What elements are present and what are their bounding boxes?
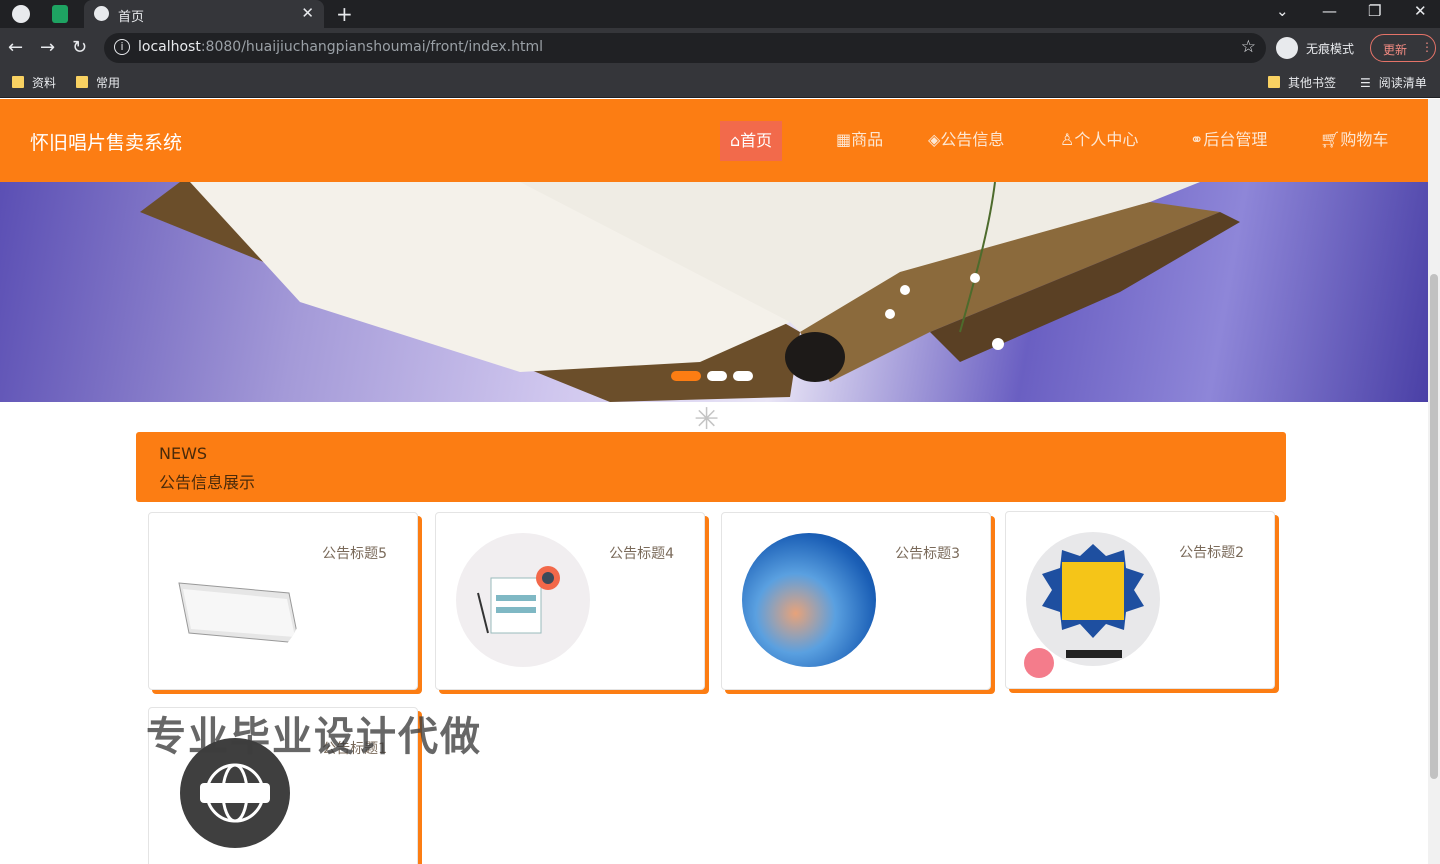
news-card-title: 公告标题3 [895, 546, 960, 562]
site-header: 怀旧唱片售卖系统 ⌂首页 ▦商品 ◈公告信息 ♙个人中心 ⚭后台管理 🛒︎购物车 [0, 99, 1428, 182]
home-icon: ⌂ [730, 131, 741, 150]
reading-list-icon: ☰ [1360, 76, 1371, 90]
nav-cart[interactable]: 🛒︎购物车 [1310, 127, 1398, 163]
back-icon[interactable]: ← [8, 37, 23, 58]
folder-icon [12, 76, 24, 88]
nav-announcements[interactable]: ◈公告信息 [918, 127, 1014, 163]
newspaper-image [178, 582, 300, 644]
tab-title: 首页 [118, 10, 145, 25]
incognito-icon [1276, 37, 1298, 59]
forward-icon[interactable]: → [40, 37, 55, 58]
news-thumbnail [742, 533, 876, 667]
scrollbar-thumb[interactable] [1430, 274, 1438, 779]
megaphone-icon: ◈ [928, 130, 941, 149]
bookmarks-bar: 资料 常用 其他书签 ☰ 阅读清单 [0, 68, 1440, 98]
carousel-dot-1[interactable] [671, 371, 701, 381]
bookmark-folder[interactable]: 常用 [76, 74, 120, 91]
sheets-tab-icon[interactable] [52, 5, 68, 23]
nav-admin[interactable]: ⚭后台管理 [1180, 127, 1277, 163]
cart-icon: 🛒︎ [1320, 130, 1341, 149]
bookmark-star-icon[interactable]: ☆ [1241, 37, 1256, 57]
reading-list[interactable]: ☰ 阅读清单 [1360, 74, 1427, 91]
news-illustration-image [477, 566, 560, 634]
news-card[interactable]: 公告标题3 [721, 512, 991, 690]
news-thumbnail [456, 533, 590, 667]
news-card-title: 公告标题5 [322, 546, 387, 562]
nav-home[interactable]: ⌂首页 [720, 121, 783, 161]
address-bar[interactable]: i localhost:8080/huaijiuchangpianshoumai… [104, 33, 1266, 63]
news-title-en: NEWS [159, 444, 208, 463]
news-thumbnail [169, 533, 303, 667]
url-text[interactable]: localhost:8080/huaijiuchangpianshoumai/f… [138, 39, 543, 55]
restore-icon[interactable]: ❐ [1368, 2, 1381, 20]
news-card-title: 公告标题2 [1179, 545, 1244, 561]
grid-icon: ▦ [836, 130, 852, 149]
reload-icon[interactable]: ↻ [72, 37, 87, 58]
new-tab-icon[interactable]: + [336, 2, 353, 26]
mouse-cursor-indicator [1024, 648, 1054, 678]
tab-search-icon[interactable]: ⌄ [1276, 2, 1289, 20]
watermark-text: 专业毕业设计代做 [146, 714, 482, 760]
news-thumbnail [1026, 532, 1160, 666]
carousel-banner[interactable] [0, 182, 1428, 402]
folder-icon [76, 76, 88, 88]
incognito-label: 无痕模式 [1306, 42, 1355, 56]
breaking-news-image [1042, 544, 1144, 658]
update-button[interactable]: 更新 ⋮ [1370, 34, 1436, 62]
folder-icon [1268, 76, 1280, 88]
news-card[interactable]: 公告标题5 [148, 512, 418, 690]
carousel-dot-3[interactable] [733, 371, 753, 381]
site-title: 怀旧唱片售卖系统 [30, 132, 183, 154]
bookmark-folder[interactable]: 资料 [12, 74, 56, 91]
user-icon: ♙ [1060, 130, 1075, 149]
book-image [140, 182, 1240, 402]
nav-products[interactable]: ▦商品 [826, 127, 893, 163]
minimize-icon[interactable]: — [1322, 2, 1337, 20]
other-bookmarks[interactable]: 其他书签 [1268, 74, 1336, 91]
news-title-cn: 公告信息展示 [159, 473, 256, 492]
news-section-header: NEWS 公告信息展示 [136, 432, 1286, 502]
browser-toolbar: ← → ↻ i localhost:8080/huaijiuchangpians… [0, 28, 1440, 68]
incognito-indicator[interactable]: 无痕模式 [1276, 35, 1366, 61]
active-tab[interactable]: 首页 ✕ [84, 0, 324, 28]
browser-globe-icon[interactable] [12, 5, 30, 23]
globe-icon [94, 6, 109, 21]
web-page: 怀旧唱片售卖系统 ⌂首页 ▦商品 ◈公告信息 ♙个人中心 ⚭后台管理 🛒︎购物车 [0, 99, 1440, 864]
news-card-title: 公告标题4 [609, 546, 674, 562]
close-window-icon[interactable]: ✕ [1414, 2, 1427, 20]
carousel-dot-2[interactable] [707, 371, 727, 381]
link-icon: ⚭ [1190, 130, 1204, 149]
close-tab-icon[interactable]: ✕ [301, 4, 314, 22]
menu-dots-icon: ⋮ [1421, 40, 1433, 54]
news-card[interactable]: 公告标题4 [435, 512, 705, 690]
page-scrollbar[interactable] [1428, 99, 1440, 864]
browser-tab-bar: 首页 ✕ + ⌄ — ❐ ✕ [0, 0, 1440, 28]
nav-user-center[interactable]: ♙个人中心 [1050, 127, 1148, 163]
update-label: 更新 [1383, 43, 1408, 57]
site-info-icon[interactable]: i [114, 39, 130, 55]
